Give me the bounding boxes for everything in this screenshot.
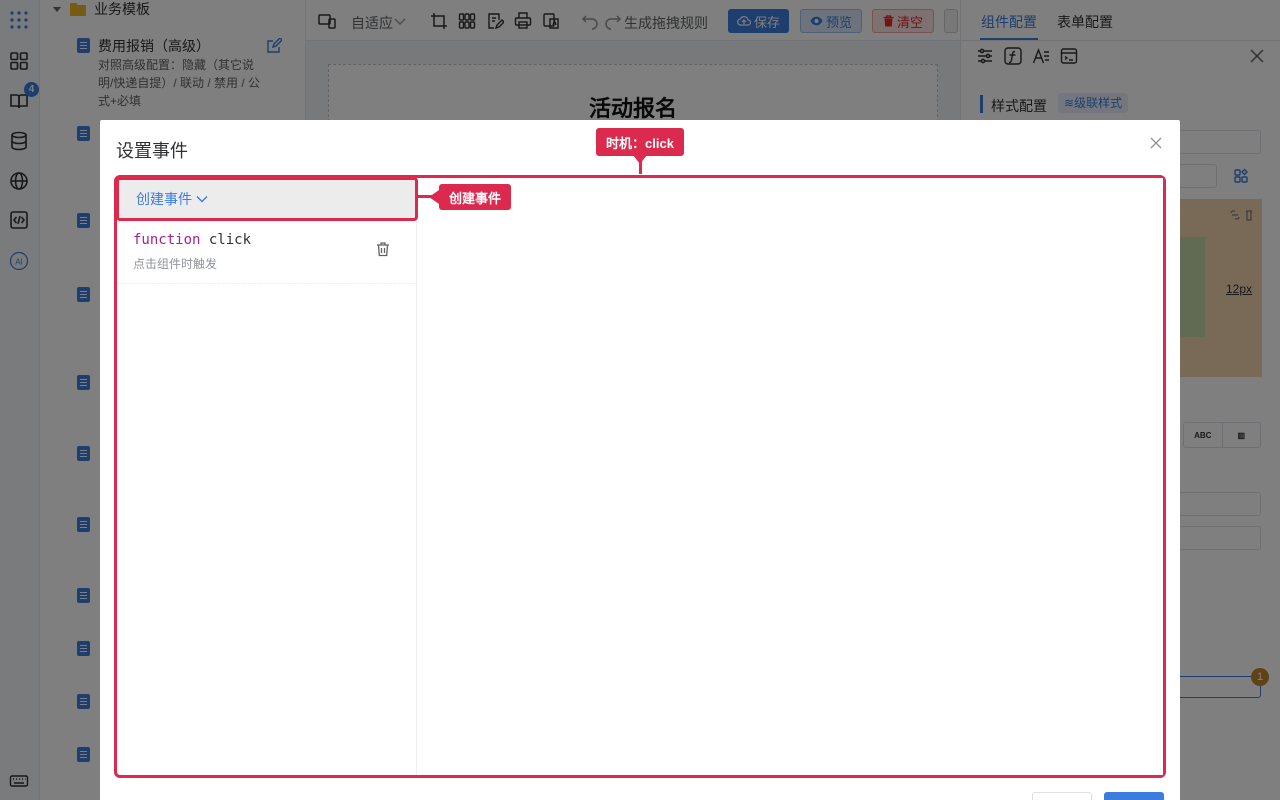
event-item[interactable]: function click 点击组件时触发	[117, 224, 417, 284]
timing-callout: 时机：click	[596, 128, 684, 164]
create-event-dropdown[interactable]: 创建事件	[116, 177, 418, 221]
dialog-title: 设置事件	[116, 141, 188, 161]
code-editor-area[interactable]	[418, 178, 1163, 775]
callout-pointer	[639, 160, 642, 174]
chevron-down-icon	[196, 196, 208, 203]
callout-pointer	[418, 195, 432, 198]
confirm-button[interactable]	[1104, 792, 1164, 800]
create-event-label: 创建事件	[136, 191, 192, 207]
event-name: click	[208, 232, 252, 248]
event-description: 点击组件时触发	[133, 257, 218, 271]
cancel-button[interactable]	[1032, 792, 1092, 800]
event-signature: function click	[133, 232, 251, 248]
close-icon[interactable]	[1148, 135, 1164, 151]
create-event-callout: 创建事件	[429, 184, 511, 210]
event-list: 创建事件 function click 点击组件时触发	[116, 177, 418, 775]
function-keyword: function	[133, 232, 201, 248]
set-event-dialog: 设置事件 创建事件 function click 点击组件时触发	[100, 120, 1180, 800]
delete-icon[interactable]	[375, 241, 391, 257]
event-editor-body: 创建事件 function click 点击组件时触发	[114, 175, 1166, 778]
